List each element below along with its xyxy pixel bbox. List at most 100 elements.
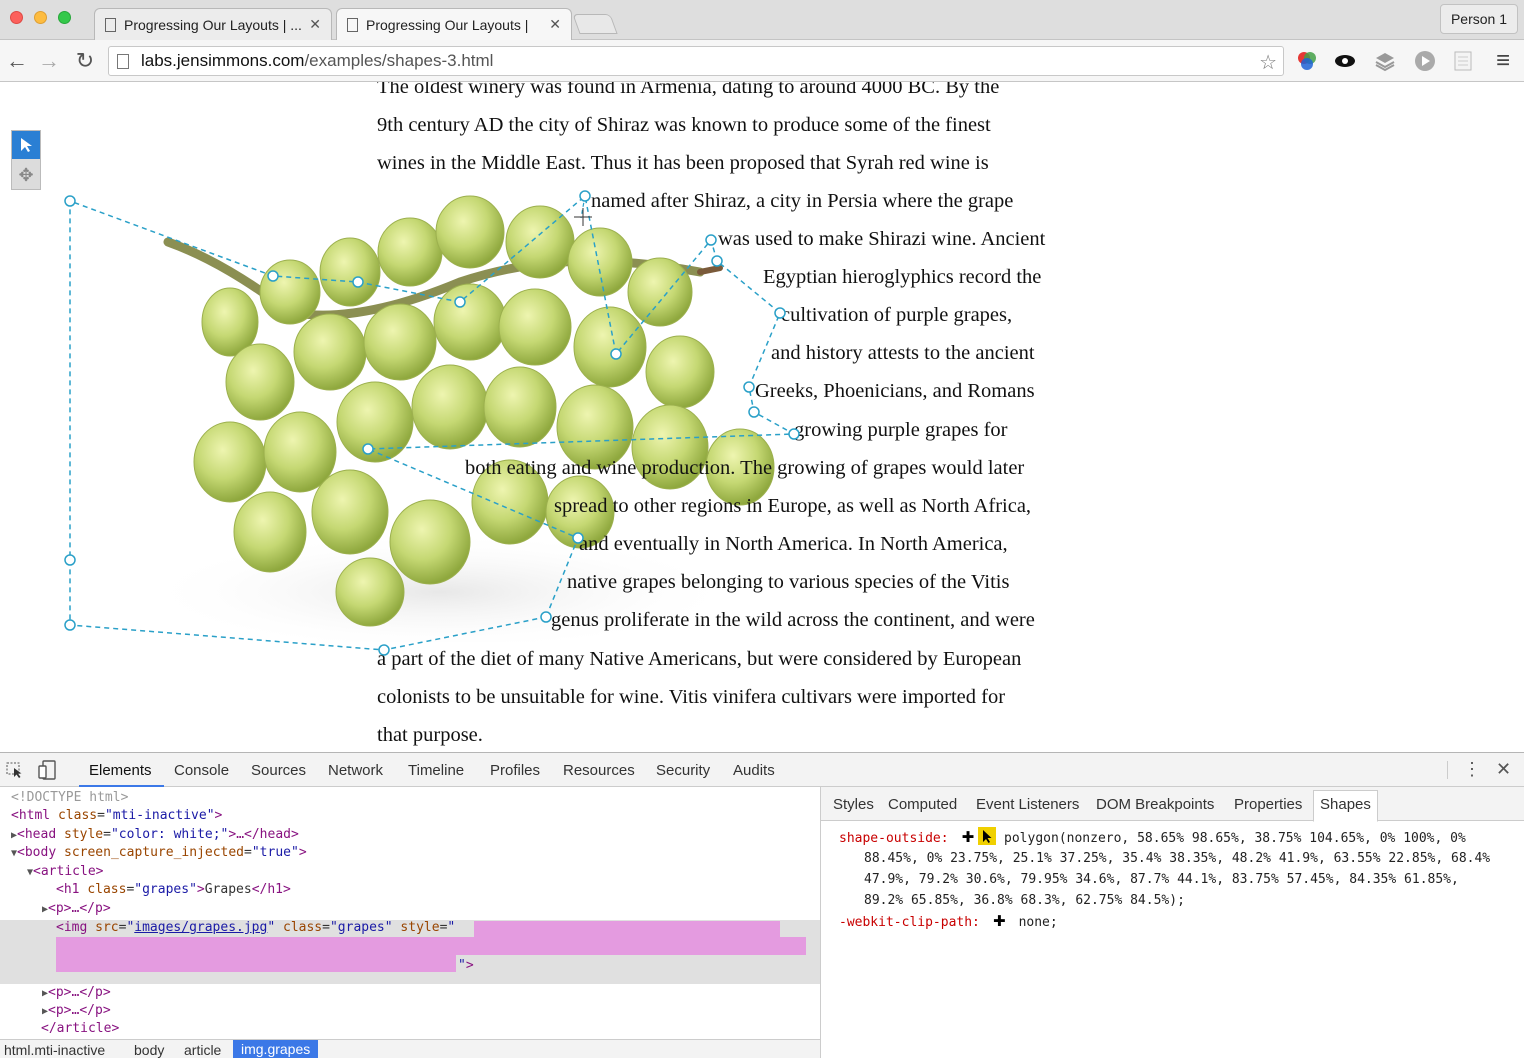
- article-close-node[interactable]: </article>: [41, 1020, 119, 1038]
- color-extension-icon[interactable]: [1296, 50, 1318, 72]
- zoom-window-button[interactable]: [58, 11, 71, 24]
- paragraph-line: The oldest winery was found in Armenia, …: [377, 82, 1000, 98]
- shape-outside-value-line[interactable]: 88.45%, 0% 23.75%, 25.1% 37.25%, 35.4% 3…: [864, 848, 1490, 869]
- img-node[interactable]: <img src="images/grapes.jpg" class="grap…: [56, 919, 455, 937]
- clip-path-row: -webkit-clip-path: ✚ none;: [839, 911, 1058, 933]
- tab-shapes[interactable]: Shapes: [1313, 790, 1378, 822]
- close-tab-icon[interactable]: ✕: [549, 16, 561, 33]
- star-icon[interactable]: ☆: [1259, 50, 1277, 75]
- more-options-icon[interactable]: ⋮: [1463, 759, 1481, 780]
- paragraph-line: native grapes belonging to various speci…: [567, 571, 1010, 593]
- move-tool-icon[interactable]: ✥: [12, 161, 40, 189]
- html-node[interactable]: <html class="mti-inactive">: [11, 807, 222, 825]
- inspect-element-icon[interactable]: [6, 762, 24, 778]
- paragraph-line: Greeks, Phoenicians, and Romans: [755, 380, 1035, 402]
- toolbar-divider: [1447, 761, 1448, 779]
- paragraph-line: 9th century AD the city of Shiraz was kn…: [377, 114, 991, 136]
- forward-arrow-icon[interactable]: →: [36, 48, 62, 74]
- paragraph-line: cultivation of purple grapes,: [781, 304, 1013, 326]
- page-viewport: The oldest winery was found in Armenia, …: [0, 82, 1524, 752]
- reload-icon[interactable]: ↻: [72, 48, 98, 74]
- body-node[interactable]: ▼<body screen_capture_injected="true">: [11, 844, 307, 862]
- url-path: /examples/shapes-3.html: [304, 51, 494, 70]
- head-node[interactable]: ▶<head style="color: white;">…</head>: [11, 826, 299, 844]
- tab-styles[interactable]: Styles: [833, 796, 874, 813]
- play-extension-icon[interactable]: [1414, 50, 1436, 72]
- tab-title: Progressing Our Layouts | ...: [124, 16, 302, 33]
- paragraph-line: spread to other regions in Europe, as we…: [554, 495, 1032, 517]
- tab-console[interactable]: Console: [174, 762, 229, 779]
- paragraph-line: Egyptian hieroglyphics record the: [763, 266, 1042, 288]
- p-node[interactable]: ▶<p>…</p>: [42, 1002, 111, 1020]
- page-icon: [347, 17, 358, 32]
- tab-event-listeners[interactable]: Event Listeners: [976, 796, 1079, 813]
- clip-path-property: -webkit-clip-path:: [839, 915, 980, 930]
- hamburger-menu-icon[interactable]: ≡: [1490, 48, 1516, 74]
- profile-button[interactable]: Person 1: [1440, 4, 1518, 34]
- page-ruler-extension-icon[interactable]: [1452, 50, 1474, 72]
- device-mode-icon[interactable]: [38, 760, 56, 780]
- tab-audits[interactable]: Audits: [733, 762, 775, 779]
- paragraph-line: growing purple grapes for: [794, 419, 1008, 441]
- shape-outside-value[interactable]: polygon(nonzero, 58.65% 98.65%, 38.75% 1…: [1004, 831, 1466, 846]
- browser-toolbar: ← → ↻ labs.jensimmons.com/examples/shape…: [0, 40, 1524, 82]
- breadcrumb-item-active[interactable]: img.grapes: [233, 1040, 319, 1058]
- tab-title: Progressing Our Layouts |: [366, 16, 529, 33]
- page-icon: [117, 53, 129, 69]
- paragraph-line: that purpose.: [377, 724, 483, 746]
- url-host: labs.jensimmons.com: [141, 51, 305, 70]
- doctype-node[interactable]: <!DOCTYPE html>: [11, 789, 128, 807]
- browser-tab-2[interactable]: Progressing Our Layouts | ✕: [336, 8, 572, 40]
- close-tab-icon[interactable]: ✕: [309, 16, 321, 33]
- tab-dom-breakpoints[interactable]: DOM Breakpoints: [1096, 796, 1214, 813]
- back-arrow-icon[interactable]: ←: [4, 48, 30, 74]
- tab-network[interactable]: Network: [328, 762, 383, 779]
- tab-properties[interactable]: Properties: [1234, 796, 1302, 813]
- page-icon: [105, 17, 116, 32]
- browser-tab-1[interactable]: Progressing Our Layouts | ... ✕: [94, 8, 332, 40]
- layers-extension-icon[interactable]: [1374, 50, 1396, 72]
- shapes-pane: shape-outside: ✚ polygon(nonzero, 58.65%…: [821, 821, 1524, 1058]
- shape-outside-value-line[interactable]: 89.2% 65.85%, 36.8% 68.3%, 62.75% 84.5%)…: [864, 890, 1185, 911]
- shape-outside-value-line[interactable]: 47.9%, 79.2% 30.6%, 79.95% 34.6%, 87.7% …: [864, 869, 1459, 890]
- breadcrumb-item[interactable]: html.mti-inactive: [4, 1042, 105, 1058]
- sidebar-tabbar: Styles Computed Event Listeners DOM Brea…: [821, 787, 1524, 822]
- tab-sources[interactable]: Sources: [251, 762, 306, 779]
- select-arrow-icon[interactable]: [978, 827, 997, 845]
- redacted-style-value: [56, 955, 456, 972]
- p-node[interactable]: ▶<p>…</p>: [42, 900, 111, 918]
- paragraph-line: a part of the diet of many Native Americ…: [377, 648, 1022, 670]
- minimize-window-button[interactable]: [34, 11, 47, 24]
- browser-titlebar: Progressing Our Layouts | ... ✕ Progress…: [0, 0, 1524, 40]
- dom-tree: <!DOCTYPE html> <html class="mti-inactiv…: [0, 787, 820, 1039]
- p-node[interactable]: ▶<p>…</p>: [42, 984, 111, 1002]
- shape-outside-property: shape-outside:: [839, 831, 949, 846]
- add-point-icon[interactable]: ✚: [956, 828, 975, 846]
- breadcrumb-item[interactable]: body: [134, 1042, 164, 1058]
- img-tag-close: ">: [458, 958, 474, 973]
- breadcrumb: html.mti-inactive body article img.grape…: [0, 1039, 820, 1058]
- breadcrumb-item[interactable]: article: [184, 1042, 221, 1058]
- close-devtools-icon[interactable]: ✕: [1496, 759, 1511, 780]
- redacted-style-value: [56, 937, 806, 955]
- paragraph-line: genus proliferate in the wild across the…: [551, 609, 1035, 631]
- paragraph-line: both eating and wine production. The gro…: [465, 457, 1025, 479]
- paragraph-line: and history attests to the ancient: [771, 342, 1035, 364]
- address-bar[interactable]: labs.jensimmons.com/examples/shapes-3.ht…: [108, 46, 1284, 76]
- tab-profiles[interactable]: Profiles: [490, 762, 540, 779]
- devtools-tabbar: Elements Console Sources Network Timelin…: [0, 753, 1524, 787]
- h1-node[interactable]: <h1 class="grapes">Grapes</h1>: [56, 881, 291, 899]
- pointer-tool-icon[interactable]: [12, 131, 40, 159]
- tab-timeline[interactable]: Timeline: [408, 762, 464, 779]
- add-point-icon[interactable]: ✚: [988, 912, 1011, 930]
- tab-resources[interactable]: Resources: [563, 762, 635, 779]
- tab-security[interactable]: Security: [656, 762, 710, 779]
- clip-path-value[interactable]: none;: [1019, 915, 1058, 930]
- paragraph-line: named after Shiraz, a city in Persia whe…: [591, 190, 1014, 212]
- article-node[interactable]: ▼<article>: [27, 863, 103, 881]
- tab-computed[interactable]: Computed: [888, 796, 957, 813]
- eye-extension-icon[interactable]: [1334, 50, 1356, 72]
- new-tab-button[interactable]: [572, 14, 618, 34]
- close-window-button[interactable]: [10, 11, 23, 24]
- tab-elements[interactable]: Elements: [89, 762, 152, 779]
